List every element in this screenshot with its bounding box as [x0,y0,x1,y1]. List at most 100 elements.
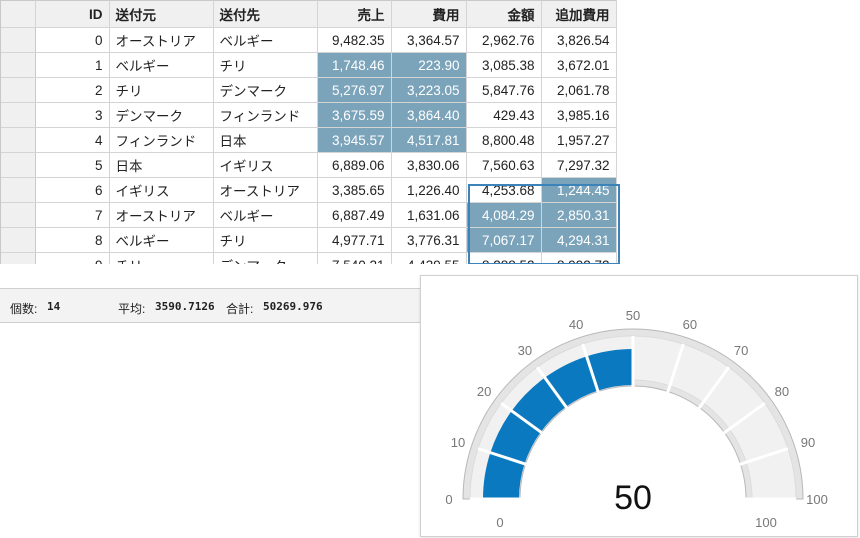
cell-from[interactable]: オーストリア [109,27,214,53]
cell-extra[interactable]: 7,297.32 [541,152,617,178]
cell-to[interactable]: イギリス [213,152,318,178]
cell-id[interactable]: 1 [35,52,110,78]
cell-id[interactable]: 2 [35,77,110,103]
cell-sales[interactable]: 3,675.59 [317,102,392,128]
cell-sales[interactable]: 5,276.97 [317,77,392,103]
cell-from[interactable]: チリ [109,77,214,103]
row-header[interactable] [1,77,36,103]
cell-sales[interactable]: 3,385.65 [317,177,392,203]
table-row[interactable]: 2 チリ デンマーク 5,276.97 3,223.05 5,847.76 2,061.78 [1,77,617,103]
cell-to[interactable]: 日本 [213,127,318,153]
cell-cost[interactable]: 3,776.31 [391,227,467,253]
cell-id[interactable]: 8 [35,227,110,253]
radial-gauge[interactable]: 0 10 20 30 40 50 60 70 80 90 100 0 100 50 [421,276,857,536]
table-row[interactable]: 9チリデンマーク7,540.214,439.558,288.528,992.72 [1,252,617,264]
cell-amount[interactable]: 3,085.38 [466,52,542,78]
cell-sales[interactable]: 9,482.35 [317,27,392,53]
cell-id[interactable]: 4 [35,127,110,153]
cell-to[interactable]: ベルギー [213,202,318,228]
row-header[interactable] [1,177,36,203]
cell-cost[interactable]: 1,631.06 [391,202,467,228]
cell-extra[interactable]: 1,957.27 [541,127,617,153]
table-row[interactable]: 4 フィンランド 日本 3,945.57 4,517.81 8,800.48 1,957.2… [1,127,617,153]
cell-extra[interactable]: 2,850.31 [541,202,617,228]
cell-sales[interactable]: 6,889.06 [317,152,392,178]
cell-from[interactable]: チリ [109,252,214,264]
cell-cost[interactable]: 3,223.05 [391,77,467,103]
cell-extra[interactable]: 1,244.45 [541,177,617,203]
cell-extra[interactable]: 8,992.72 [541,252,617,264]
cell-sales[interactable]: 3,945.57 [317,127,392,153]
cell-cost[interactable]: 3,364.57 [391,27,467,53]
cell-from[interactable]: デンマーク [109,102,214,128]
cell-id[interactable]: 6 [35,177,110,203]
row-header[interactable] [1,127,36,153]
col-header-from[interactable]: 送付元 [109,0,214,28]
cell-id[interactable]: 3 [35,102,110,128]
cell-to[interactable]: オーストリア [213,177,318,203]
cell-cost[interactable]: 223.90 [391,52,467,78]
cell-amount[interactable]: 4,253.68 [466,177,542,203]
row-header[interactable] [1,52,36,78]
cell-from[interactable]: イギリス [109,177,214,203]
cell-from[interactable]: ベルギー [109,227,214,253]
col-header-cost[interactable]: 費用 [391,0,467,28]
row-header[interactable] [1,152,36,178]
cell-from[interactable]: オーストリア [109,202,214,228]
grid-corner[interactable] [1,0,36,28]
cell-sales[interactable]: 1,748.46 [317,52,392,78]
cell-from[interactable]: フィンランド [109,127,214,153]
col-header-sales[interactable]: 売上 [317,0,392,28]
table-row[interactable]: 0 オーストリア ベルギー 9,482.35 3,364.57 2,962.76 3,826… [1,27,617,53]
cell-from[interactable]: 日本 [109,152,214,178]
cell-sales[interactable]: 4,977.71 [317,227,392,253]
cell-id[interactable]: 5 [35,152,110,178]
cell-cost[interactable]: 3,830.06 [391,152,467,178]
cell-amount[interactable]: 7,560.63 [466,152,542,178]
table-row[interactable]: 7 オーストリア ベルギー 6,887.49 1,631.06 4,084.29 2,850… [1,202,617,228]
cell-id[interactable]: 9 [35,252,110,264]
row-header[interactable] [1,102,36,128]
cell-to[interactable]: ベルギー [213,27,318,53]
row-header[interactable] [1,27,36,53]
table-row[interactable]: 6 イギリス オーストリア 3,385.65 1,226.40 4,253.68 1,244… [1,177,617,203]
cell-amount[interactable]: 5,847.76 [466,77,542,103]
row-header[interactable] [1,227,36,253]
cell-extra[interactable]: 3,672.01 [541,52,617,78]
cell-to[interactable]: チリ [213,227,318,253]
cell-id[interactable]: 0 [35,27,110,53]
cell-extra[interactable]: 3,826.54 [541,27,617,53]
cell-extra[interactable]: 2,061.78 [541,77,617,103]
cell-cost[interactable]: 3,864.40 [391,102,467,128]
cell-extra[interactable]: 4,294.31 [541,227,617,253]
cell-sales[interactable]: 7,540.21 [317,252,392,264]
cell-amount[interactable]: 2,962.76 [466,27,542,53]
col-header-amount[interactable]: 金額 [466,0,542,28]
cell-cost[interactable]: 4,439.55 [391,252,467,264]
table-row[interactable]: 3 デンマーク フィンランド 3,675.59 3,864.40 429.43 3,985.… [1,102,617,128]
row-header[interactable] [1,202,36,228]
cell-to[interactable]: フィンランド [213,102,318,128]
cell-to[interactable]: デンマーク [213,77,318,103]
cell-amount[interactable]: 8,800.48 [466,127,542,153]
cell-amount[interactable]: 8,288.52 [466,252,542,264]
cell-amount[interactable]: 4,084.29 [466,202,542,228]
cell-id[interactable]: 7 [35,202,110,228]
col-header-to[interactable]: 送付先 [213,0,318,28]
cell-amount[interactable]: 7,067.17 [466,227,542,253]
col-header-extra[interactable]: 追加費用 [541,0,617,28]
table-row[interactable]: 1 ベルギー チリ 1,748.46 223.90 3,085.38 3,672.01 [1,52,617,78]
col-header-id[interactable]: ID [35,0,110,28]
cell-cost[interactable]: 1,226.40 [391,177,467,203]
cell-to[interactable]: デンマーク [213,252,318,264]
table-row[interactable]: 5 日本 イギリス 6,889.06 3,830.06 7,560.63 7,297.32 [1,152,617,178]
cell-amount[interactable]: 429.43 [466,102,542,128]
cell-from[interactable]: ベルギー [109,52,214,78]
data-grid[interactable]: ID 送付元 送付先 売上 費用 金額 追加費用 0 オーストリア ベルギー 9,48… [0,0,621,264]
cell-sales[interactable]: 6,887.49 [317,202,392,228]
table-row[interactable]: 8 ベルギー チリ 4,977.71 3,776.31 7,067.17 4,294.31 [1,227,617,253]
cell-extra[interactable]: 3,985.16 [541,102,617,128]
cell-cost[interactable]: 4,517.81 [391,127,467,153]
cell-to[interactable]: チリ [213,52,318,78]
row-header[interactable] [1,252,36,264]
